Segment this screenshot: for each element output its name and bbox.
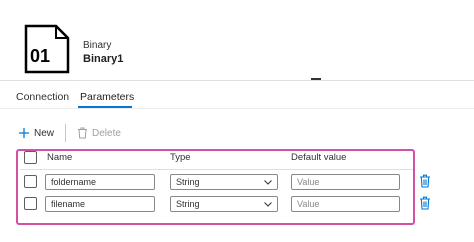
new-button-label: New bbox=[34, 127, 55, 139]
toolbar-separator bbox=[65, 124, 66, 142]
new-parameter-button[interactable]: New bbox=[18, 125, 54, 141]
select-all-checkbox[interactable] bbox=[24, 151, 37, 164]
parameter-type-select[interactable]: String bbox=[170, 174, 278, 190]
dataset-name: Binary1 bbox=[83, 53, 124, 65]
delete-row-trash-icon[interactable] bbox=[419, 196, 431, 210]
column-header-type: Type bbox=[170, 152, 191, 163]
delete-button-label: Delete bbox=[92, 127, 121, 139]
tab-connection[interactable]: Connection bbox=[16, 91, 69, 103]
column-header-name: Name bbox=[47, 152, 73, 163]
parameter-type-select[interactable]: String bbox=[170, 196, 278, 212]
file-icon-text: 01 bbox=[30, 46, 50, 66]
parameter-type-value: String bbox=[176, 177, 200, 187]
header-row-divider bbox=[20, 169, 413, 170]
delete-parameter-button[interactable]: Delete bbox=[77, 125, 121, 141]
delete-row-trash-icon[interactable] bbox=[419, 174, 431, 188]
parameter-default-value-input[interactable] bbox=[291, 174, 400, 190]
panel-resize-handle[interactable] bbox=[311, 78, 321, 80]
column-header-default-value: Default value bbox=[291, 152, 347, 163]
parameter-name-input[interactable] bbox=[45, 196, 155, 212]
parameter-default-value-input[interactable] bbox=[291, 196, 400, 212]
binary-file-icon: 01 bbox=[24, 24, 70, 74]
row-checkbox-filename[interactable] bbox=[24, 197, 37, 210]
row-checkbox-foldername[interactable] bbox=[24, 175, 37, 188]
header-divider bbox=[0, 80, 474, 81]
parameter-name-input[interactable] bbox=[45, 174, 155, 190]
chevron-down-icon bbox=[264, 201, 272, 207]
parameter-type-value: String bbox=[176, 199, 200, 209]
chevron-down-icon bbox=[264, 179, 272, 185]
plus-icon bbox=[19, 128, 29, 138]
dataset-type-label: Binary bbox=[83, 40, 112, 51]
tabs-divider bbox=[0, 108, 474, 109]
tab-parameters[interactable]: Parameters bbox=[80, 91, 134, 103]
trash-icon bbox=[78, 127, 87, 139]
